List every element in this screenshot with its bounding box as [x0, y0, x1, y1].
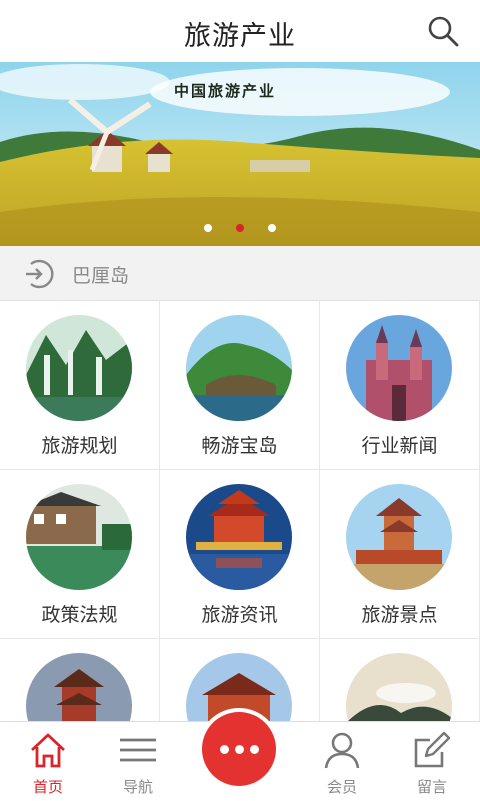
grid-item-label: 旅游规划	[41, 435, 118, 457]
carousel-indicators	[0, 217, 480, 236]
grid-item-image	[346, 484, 452, 590]
carousel-dot[interactable]	[204, 224, 212, 232]
tab-member-label: 会员	[326, 778, 357, 796]
page-title: 旅游产业	[184, 21, 296, 52]
tab-navigation-label: 导航	[122, 778, 153, 796]
banner-caption: 中国旅游产业	[174, 82, 277, 100]
grid-item-island-tour[interactable]: 畅游宝岛	[160, 301, 320, 470]
grid-item-image	[26, 484, 132, 590]
grid-item-label: 畅游宝岛	[201, 435, 278, 457]
banner-carousel[interactable]: 中国旅游产业	[0, 62, 480, 246]
grid-item-7[interactable]	[0, 639, 160, 721]
grid-item-9[interactable]	[320, 639, 480, 721]
edit-icon	[414, 731, 451, 768]
grid-item-image	[346, 315, 452, 421]
tab-home-label: 首页	[32, 778, 63, 796]
more-button[interactable]	[202, 712, 276, 786]
carousel-dot[interactable]	[268, 224, 276, 232]
location-bar[interactable]: 巴厘岛	[0, 246, 480, 301]
tab-message[interactable]: 留言	[384, 722, 480, 801]
tab-member[interactable]: 会员	[294, 722, 390, 801]
grid-item-image	[26, 315, 132, 421]
tab-home[interactable]: 首页	[0, 722, 96, 801]
tab-navigation[interactable]: 导航	[90, 722, 186, 801]
category-grid: 旅游规划 畅游宝岛 行业新闻 政策法规 旅游资讯 旅游景点	[0, 301, 480, 721]
home-icon	[31, 733, 65, 768]
grid-item-label: 旅游景点	[361, 604, 438, 626]
grid-item-industry-news[interactable]: 行业新闻	[320, 301, 480, 470]
grid-item-8[interactable]	[160, 639, 320, 721]
grid-item-attractions[interactable]: 旅游景点	[320, 470, 480, 639]
bottom-navigation: 首页 导航 会员 留言	[0, 712, 480, 801]
tab-message-label: 留言	[416, 778, 447, 796]
grid-item-policy[interactable]: 政策法规	[0, 470, 160, 639]
grid-item-label: 政策法规	[41, 604, 118, 626]
grid-item-image	[346, 653, 452, 721]
grid-item-label: 旅游资讯	[201, 604, 278, 626]
grid-item-image	[186, 315, 292, 421]
grid-item-label: 行业新闻	[361, 435, 438, 457]
grid-item-image	[186, 653, 292, 721]
grid-item-travel-info[interactable]: 旅游资讯	[160, 470, 320, 639]
user-icon	[324, 732, 360, 769]
carousel-dot-active[interactable]	[236, 224, 244, 232]
grid-item-image	[26, 653, 132, 721]
top-bar: 旅游产业	[0, 0, 480, 63]
grid-item-image	[186, 484, 292, 590]
location-text: 巴厘岛	[72, 265, 130, 287]
menu-icon	[120, 738, 156, 762]
location-switch-icon[interactable]	[22, 257, 56, 291]
grid-item-tourism-planning[interactable]: 旅游规划	[0, 301, 160, 470]
search-icon[interactable]	[426, 14, 460, 48]
